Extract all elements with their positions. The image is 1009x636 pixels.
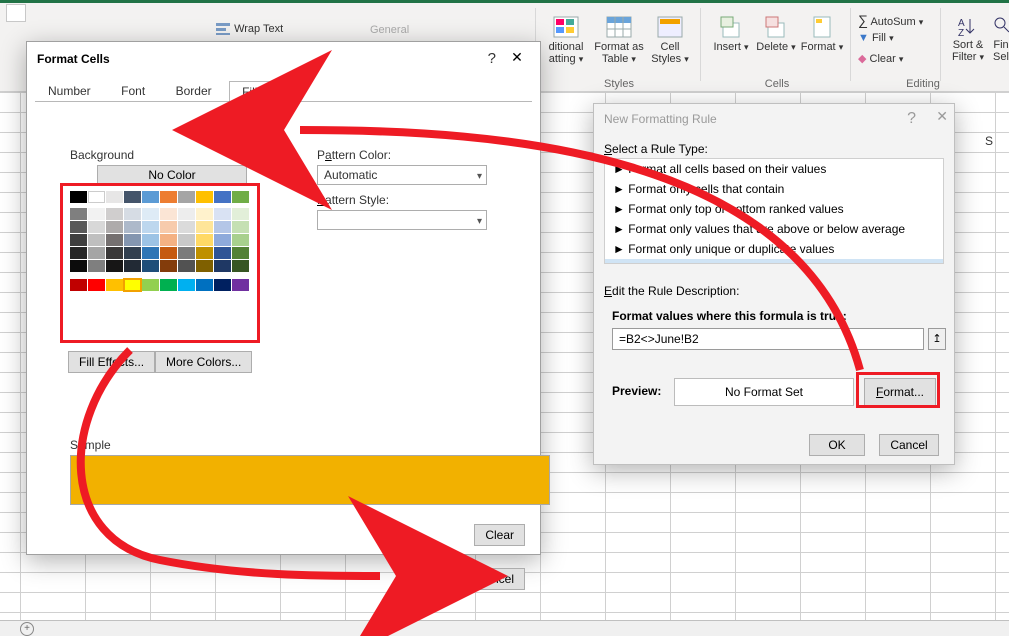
chevron-down-icon: ▾ bbox=[744, 42, 749, 52]
number-format-select[interactable]: General bbox=[370, 24, 409, 36]
sample-preview bbox=[70, 455, 550, 505]
add-sheet-button[interactable]: + bbox=[20, 622, 34, 636]
delete-button[interactable]: Delete ▾ bbox=[756, 15, 796, 53]
rule-item[interactable]: ► Format only unique or duplicate values bbox=[605, 239, 943, 259]
fill-label: Fill bbox=[872, 32, 886, 44]
nfr-title: New Formatting Rule bbox=[604, 112, 717, 126]
cells-group-label: Cells bbox=[712, 78, 842, 90]
annotation-highlight-format bbox=[856, 372, 940, 408]
dialog-title: Format Cells bbox=[37, 52, 110, 66]
autosum-button[interactable]: ∑ AutoSum ▾ bbox=[858, 12, 923, 28]
format-table-label: Format as Table bbox=[594, 41, 644, 65]
find-label: Fin Sel bbox=[993, 39, 1009, 63]
conditional-formatting-button[interactable]: ditional atting ▾ bbox=[544, 15, 588, 65]
insert-label: Insert bbox=[713, 41, 741, 53]
col-header-S[interactable]: S bbox=[985, 134, 993, 148]
chevron-down-icon: ▾ bbox=[919, 17, 924, 27]
editing-group-label: Editing bbox=[858, 78, 988, 90]
insert-button[interactable]: Insert ▾ bbox=[712, 15, 750, 53]
cell-styles-label: Cell Styles bbox=[651, 41, 681, 65]
format-button[interactable]: Format ▾ bbox=[800, 15, 844, 53]
wrap-text-label: Wrap Text bbox=[234, 23, 283, 35]
fill-button[interactable]: ▼ Fill ▾ bbox=[858, 32, 894, 44]
sigma-icon: ∑ bbox=[858, 12, 868, 28]
background-label: Background bbox=[70, 148, 134, 162]
find-select-button[interactable]: Fin Sel bbox=[992, 15, 1009, 63]
svg-text:Z: Z bbox=[958, 28, 964, 37]
ok-button-nfr[interactable]: OK bbox=[809, 434, 865, 456]
tab-fill[interactable]: Fill bbox=[229, 81, 270, 102]
quick-access bbox=[6, 4, 26, 22]
close-icon[interactable]: ✕ bbox=[500, 42, 534, 72]
help-icon[interactable]: ? bbox=[907, 110, 916, 128]
annotation-highlight-palette bbox=[60, 183, 260, 343]
pattern-color-select[interactable]: Automatic bbox=[317, 165, 487, 185]
rule-item[interactable]: ► Format only top or bottom ranked value… bbox=[605, 199, 943, 219]
preview-label: Preview: bbox=[612, 384, 661, 398]
cell-styles-button[interactable]: Cell Styles ▾ bbox=[650, 15, 690, 65]
chevron-down-icon: ▾ bbox=[979, 52, 984, 62]
formula-input[interactable]: =B2<>June!B2 bbox=[612, 328, 924, 350]
styles-group-label: Styles bbox=[544, 78, 694, 90]
dialog-tabs: Number Font Border Fill bbox=[35, 80, 532, 102]
format-label: Format bbox=[801, 41, 836, 53]
preview-box: No Format Set bbox=[674, 378, 854, 406]
tab-number[interactable]: Number bbox=[35, 80, 104, 101]
chevron-down-icon: ▾ bbox=[839, 42, 844, 52]
fill-effects-button[interactable]: Fill Effects... bbox=[68, 351, 155, 373]
clear-label: Clear bbox=[870, 53, 896, 65]
sample-label: Sample bbox=[70, 438, 111, 452]
clear-button[interactable]: Clear bbox=[474, 524, 525, 546]
fill-down-icon: ▼ bbox=[858, 32, 869, 44]
cancel-button[interactable]: Cancel bbox=[466, 568, 525, 590]
wrap-text[interactable]: Wrap Text bbox=[215, 22, 283, 36]
edit-rule-label: Edit the Rule Description: bbox=[604, 284, 739, 298]
chevron-down-icon: ▾ bbox=[684, 54, 689, 64]
clear-button[interactable]: ◆ Clear ▾ bbox=[858, 52, 903, 65]
qat-item[interactable] bbox=[6, 4, 26, 22]
title-bar-accent bbox=[0, 0, 1009, 3]
annotation-highlight-fill-tab bbox=[212, 116, 256, 140]
pattern-style-select[interactable] bbox=[317, 210, 487, 230]
autosum-label: AutoSum bbox=[870, 16, 915, 28]
rule-item[interactable]: ► Format only cells that contain bbox=[605, 179, 943, 199]
rule-item[interactable]: ► Format all cells based on their values bbox=[605, 159, 943, 179]
help-icon[interactable]: ? bbox=[488, 50, 496, 67]
range-picker-icon[interactable]: ↥ bbox=[928, 328, 946, 350]
chevron-down-icon: ▾ bbox=[899, 54, 904, 64]
chevron-down-icon: ▾ bbox=[889, 33, 894, 43]
pattern-color-label: Pattern Color: bbox=[317, 148, 391, 162]
no-color-button[interactable]: No Color bbox=[97, 165, 247, 185]
eraser-icon: ◆ bbox=[858, 53, 866, 65]
sheet-tab-bar: + bbox=[0, 620, 1009, 636]
rule-type-list[interactable]: ► Format all cells based on their values… bbox=[604, 158, 944, 264]
rule-item[interactable]: ► Format only values that are above or b… bbox=[605, 219, 943, 239]
cancel-button-nfr[interactable]: Cancel bbox=[879, 434, 939, 456]
tab-font[interactable]: Font bbox=[108, 80, 158, 101]
annotation-highlight-ok bbox=[407, 558, 459, 588]
delete-label: Delete bbox=[756, 41, 788, 53]
close-icon[interactable]: ✕ bbox=[936, 108, 948, 125]
sort-filter-button[interactable]: AZ Sort & Filter ▾ bbox=[948, 15, 988, 63]
chevron-down-icon: ▾ bbox=[631, 54, 636, 64]
formula-label: Format values where this formula is true… bbox=[612, 309, 847, 323]
more-colors-button[interactable]: More Colors... bbox=[155, 351, 252, 373]
rule-item-selected[interactable]: ► Use a formula to determine which cells… bbox=[605, 259, 943, 264]
chevron-down-icon: ▾ bbox=[579, 54, 584, 64]
pattern-style-label: Pattern Style: bbox=[317, 193, 389, 207]
select-rule-label: Select a Rule Type: bbox=[604, 142, 708, 156]
format-as-table-button[interactable]: Format as Table ▾ bbox=[594, 15, 644, 65]
tab-border[interactable]: Border bbox=[163, 80, 225, 101]
new-formatting-rule-dialog: New Formatting Rule ? ✕ Select a Rule Ty… bbox=[593, 103, 955, 465]
chevron-down-icon: ▾ bbox=[791, 42, 796, 52]
